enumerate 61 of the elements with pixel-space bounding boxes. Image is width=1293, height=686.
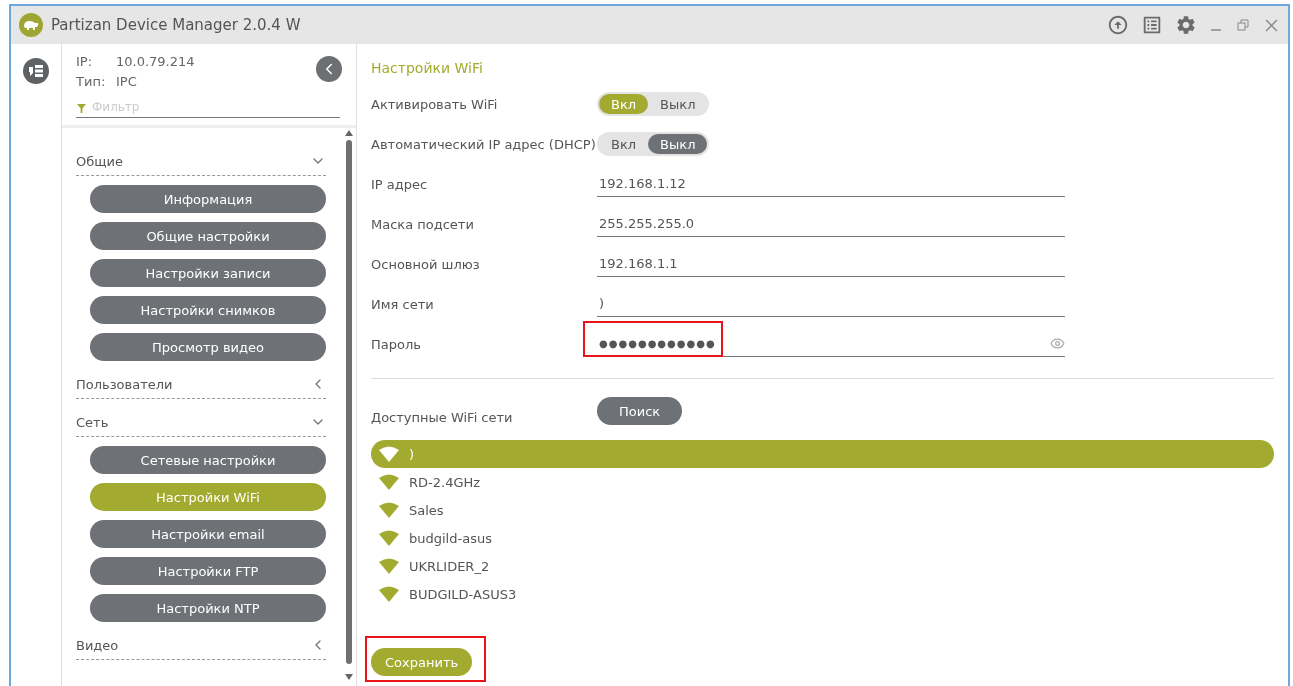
wifi-icon: [379, 586, 399, 602]
wifi-icon: [379, 502, 399, 518]
menu-group[interactable]: Видео: [76, 622, 326, 660]
setting-label: Основной шлюз: [371, 256, 481, 272]
toggle-option[interactable]: Выкл: [648, 94, 708, 114]
window-title: Partizan Device Manager 2.0.4 W: [51, 16, 302, 34]
network-item[interactable]: UKRLIDER_2: [371, 552, 1274, 580]
password-field[interactable]: ●●●●●●●●●●●●: [597, 331, 1065, 357]
on-off-toggle[interactable]: Вкл Выкл: [597, 92, 710, 116]
input-field[interactable]: ): [597, 291, 1065, 317]
menu-item[interactable]: Настройки записи: [90, 259, 326, 287]
menu-item[interactable]: Сетевые настройки: [90, 446, 326, 474]
list-icon[interactable]: [1141, 14, 1163, 36]
on-off-toggle[interactable]: Вкл Выкл: [597, 132, 710, 156]
networks-label: Доступные WiFi сети: [371, 410, 514, 425]
toggle-option[interactable]: Выкл: [648, 134, 708, 154]
show-password-icon[interactable]: [1050, 336, 1065, 351]
ip-label: IP:: [76, 53, 94, 71]
network-item[interactable]: RD-2.4GHz: [371, 468, 1274, 496]
setting-label: Активировать WiFi: [371, 96, 499, 112]
menu-group[interactable]: Общие: [76, 138, 326, 176]
menu-item[interactable]: Просмотр видео: [90, 333, 326, 361]
panel-title: Настройки WiFi: [371, 59, 484, 78]
menu-group[interactable]: Пользователи: [76, 361, 326, 399]
input-field[interactable]: 192.168.1.1: [597, 251, 1065, 277]
network-item[interactable]: budgild-asus: [371, 524, 1274, 552]
menu-item[interactable]: Настройки снимков: [90, 296, 326, 324]
menu-item[interactable]: Общие настройки: [90, 222, 326, 250]
menu-item[interactable]: Настройки NTP: [90, 594, 326, 622]
menu-item[interactable]: Настройки FTP: [90, 557, 326, 585]
close-button[interactable]: [1263, 18, 1280, 32]
type-value: IPC: [116, 73, 137, 91]
menu-group[interactable]: Сеть: [76, 399, 326, 437]
device-list-icon[interactable]: [23, 58, 49, 84]
minimize-icon: [1211, 29, 1221, 31]
type-label: Тип:: [76, 73, 106, 91]
close-icon: [1265, 18, 1278, 32]
menu-item[interactable]: Информация: [90, 185, 326, 213]
menu-item[interactable]: Настройки email: [90, 520, 326, 548]
restore-icon: [1237, 19, 1249, 31]
setting-label: Маска подсети: [371, 216, 475, 232]
filter-icon: [77, 104, 86, 113]
wifi-icon: [379, 446, 399, 462]
wifi-icon: [379, 530, 399, 546]
network-item[interactable]: BUDGILD-ASUS3: [371, 580, 1274, 608]
ip-value: 10.0.79.214: [116, 53, 195, 71]
setting-label: Автоматический IP адрес (DHCP): [371, 136, 597, 152]
search-button[interactable]: Поиск: [597, 397, 683, 425]
input-field[interactable]: 255.255.255.0: [597, 211, 1065, 237]
network-item[interactable]: Sales: [371, 496, 1274, 524]
setting-label: Имя сети: [371, 296, 435, 312]
wifi-icon: [379, 474, 399, 490]
toggle-option[interactable]: Вкл: [599, 134, 649, 154]
logo-icon: [19, 13, 43, 37]
upload-icon[interactable]: [1107, 14, 1129, 36]
input-field[interactable]: 192.168.1.12: [597, 171, 1065, 197]
back-button[interactable]: [316, 56, 342, 82]
settings-icon[interactable]: [1175, 14, 1197, 36]
setting-label: IP адрес: [371, 176, 429, 192]
setting-label: Пароль: [371, 336, 422, 352]
wifi-icon: [379, 558, 399, 574]
